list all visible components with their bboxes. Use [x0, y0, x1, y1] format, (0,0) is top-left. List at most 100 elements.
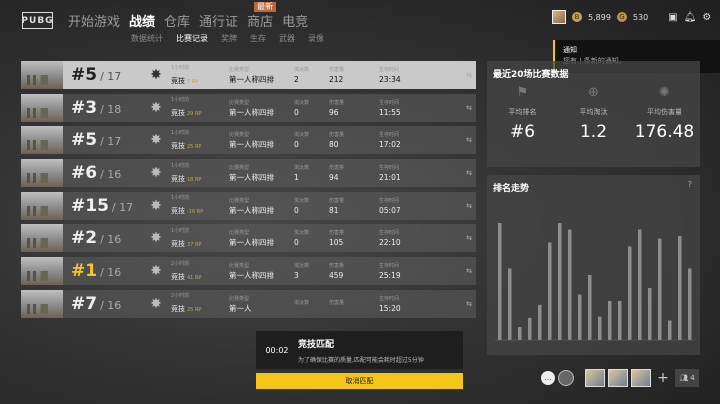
match-type: 第一人 [229, 303, 252, 313]
match-damage-header: 伤害量 [329, 165, 345, 172]
subnav-tab-4[interactable]: 武器 [279, 33, 295, 44]
bell-icon[interactable]: 🔔︎ [684, 12, 697, 23]
nav-tab-3[interactable]: 通行证 [199, 11, 238, 30]
match-row[interactable]: #5/ 17 ✸ 1小时前 竞技 0 RP 比赛类型 第一人称四排 淘汰数 2 伤害量 212 生存时… [21, 61, 476, 89]
match-kills-cell: 淘汰数 [294, 299, 329, 308]
match-damage-cell: 伤害量 [329, 299, 379, 308]
match-survival: 05:07 [379, 205, 401, 215]
match-type-header: 比赛类型 [229, 263, 250, 270]
mode-cell: 1小时前 竞技 37 RP [171, 227, 229, 250]
match-survival-header: 生存时间 [379, 99, 400, 106]
match-kills: 3 [294, 271, 299, 281]
match-rank: #5 [71, 130, 98, 151]
match-time: 1小时前 [171, 162, 190, 169]
trend-bar [538, 304, 542, 340]
recent-stats-title: 最近20场比赛数据 [493, 70, 569, 80]
rank-tier-icon: ✸ [150, 99, 162, 116]
match-survival: 21:01 [379, 173, 401, 183]
subnav-tab-0[interactable]: 数据统计 [131, 33, 163, 44]
match-kills: 1 [294, 173, 299, 183]
cancel-matchmaking-button[interactable]: 取消匹配 [256, 373, 463, 389]
match-row[interactable]: #3/ 18 ✸ 1小时前 竞技 29 RP 比赛类型 第一人称四排 淘汰数 0 伤害量 96 生存时… [21, 93, 476, 122]
replay-icon[interactable]: ⇆ [466, 104, 472, 112]
replay-icon[interactable]: ⇆ [466, 267, 472, 275]
match-damage-cell: 伤害量 105 [329, 229, 379, 247]
match-total: / 17 [100, 135, 122, 149]
subnav-tab-2[interactable]: 奖牌 [221, 33, 237, 44]
stat-value: #6 [509, 122, 536, 142]
match-damage: 105 [329, 238, 344, 248]
trend-bar [528, 317, 532, 340]
nav-tab-2[interactable]: 仓库 [164, 11, 190, 30]
match-mode: 竞技 [171, 272, 185, 281]
trend-bar [508, 268, 512, 340]
stat-value: 1.2 [579, 122, 608, 142]
trend-bar [578, 294, 582, 340]
new-badge: 最新 [254, 2, 276, 12]
bottom-right-bar: … + 👥︎ 4 [541, 369, 699, 387]
mode-line: 竞技 25 RP [171, 138, 229, 152]
medal-icon[interactable] [558, 370, 574, 386]
trend-bar [548, 242, 552, 340]
match-type-header: 比赛类型 [229, 295, 250, 302]
trend-bar [648, 288, 652, 340]
match-damage-header: 伤害量 [329, 263, 345, 270]
match-row[interactable]: #5/ 17 ✸ 1小时前 竞技 25 RP 比赛类型 第一人称四排 淘汰数 0 伤害量 80 生存时… [21, 126, 476, 155]
match-row[interactable]: #7/ 16 ✸ 2小时前 竞技 25 RP 比赛类型 第一人 淘汰数 伤害量 生存时间 15:20… [21, 289, 476, 318]
mode-line: 竞技 -16 RP [171, 203, 229, 217]
match-row[interactable]: #6/ 16 ✸ 1小时前 竞技 18 RP 比赛类型 第一人称四排 淘汰数 1 伤害量 94 生存时… [21, 159, 476, 188]
match-type-header: 比赛类型 [229, 99, 250, 106]
match-damage-header: 伤害量 [329, 67, 345, 73]
replay-icon[interactable]: ⇆ [466, 71, 472, 79]
match-rank: #15 [71, 195, 109, 216]
add-friend-icon[interactable]: + [654, 369, 672, 387]
replay-icon[interactable]: ⇆ [466, 234, 472, 242]
gear-icon[interactable]: ⚙ [702, 12, 711, 23]
nav-tab-1[interactable]: 战绩 [129, 11, 155, 30]
match-kills-header: 淘汰数 [294, 263, 310, 270]
replay-icon[interactable]: ⇆ [466, 136, 472, 144]
help-icon[interactable]: ? [688, 180, 692, 189]
match-survival-header: 生存时间 [379, 295, 400, 302]
stat-label: 平均排名 [508, 108, 537, 116]
match-kills: 2 [294, 75, 299, 84]
subnav-tab-1[interactable]: 比赛记录 [176, 33, 208, 44]
match-damage-cell: 伤害量 212 [329, 66, 379, 84]
match-survival-cell: 生存时间 11:55 [379, 99, 434, 117]
party-member-avatar[interactable] [631, 369, 651, 387]
match-mode: 竞技 [171, 109, 185, 118]
match-row[interactable]: #1/ 16 ✸ 2小时前 竞技 41 RP 比赛类型 第一人称四排 淘汰数 3 伤害量 459 生存… [21, 257, 476, 286]
party-member-avatar[interactable] [585, 369, 605, 387]
avatar[interactable] [552, 10, 566, 24]
map-thumbnail [21, 159, 63, 188]
subnav-tab-5[interactable]: 录像 [308, 33, 324, 44]
match-row[interactable]: #2/ 16 ✸ 1小时前 竞技 37 RP 比赛类型 第一人称四排 淘汰数 0 伤害量 105 生存… [21, 224, 476, 253]
chat-icon[interactable]: … [541, 371, 555, 385]
rank-tier-icon: ✸ [150, 295, 162, 312]
match-row[interactable]: #15/ 17 ✸ 1小时前 竞技 -16 RP 比赛类型 第一人称四排 淘汰数 0 伤害量 81 生… [21, 191, 476, 220]
nav-tab-0[interactable]: 开始游戏 [68, 11, 120, 30]
mode-line: 竞技 18 RP [171, 171, 229, 185]
mode-cell: 2小时前 竞技 41 RP [171, 260, 229, 283]
mode-cell: 2小时前 竞技 25 RP [171, 292, 229, 315]
sub-nav: 数据统计 比赛记录 奖牌 生存 武器 录像 [131, 33, 324, 44]
match-survival-header: 生存时间 [379, 165, 400, 172]
match-kills-header: 淘汰数 [294, 197, 310, 204]
match-kills-cell: 淘汰数 1 [294, 164, 329, 182]
party-count[interactable]: 👥︎ 4 [675, 369, 699, 387]
match-kills: 0 [294, 140, 299, 150]
notification-title: 通知 [563, 46, 577, 54]
map-thumbnail [21, 289, 63, 318]
match-kills-header: 淘汰数 [294, 132, 310, 139]
nav-tab-4[interactable]: 商店 [247, 11, 273, 30]
replay-icon[interactable]: ⇆ [466, 169, 472, 177]
match-survival: 22:10 [379, 238, 401, 248]
replay-icon[interactable]: ⇆ [466, 300, 472, 308]
map-thumbnail [21, 93, 63, 122]
nav-tab-5[interactable]: 电竞 [282, 11, 308, 30]
party-member-avatar[interactable] [608, 369, 628, 387]
subnav-tab-3[interactable]: 生存 [250, 33, 266, 44]
stat-value: 176.48 [634, 122, 695, 142]
replay-icon[interactable]: ⇆ [466, 202, 472, 210]
store-icon[interactable]: ▣ [668, 12, 677, 23]
